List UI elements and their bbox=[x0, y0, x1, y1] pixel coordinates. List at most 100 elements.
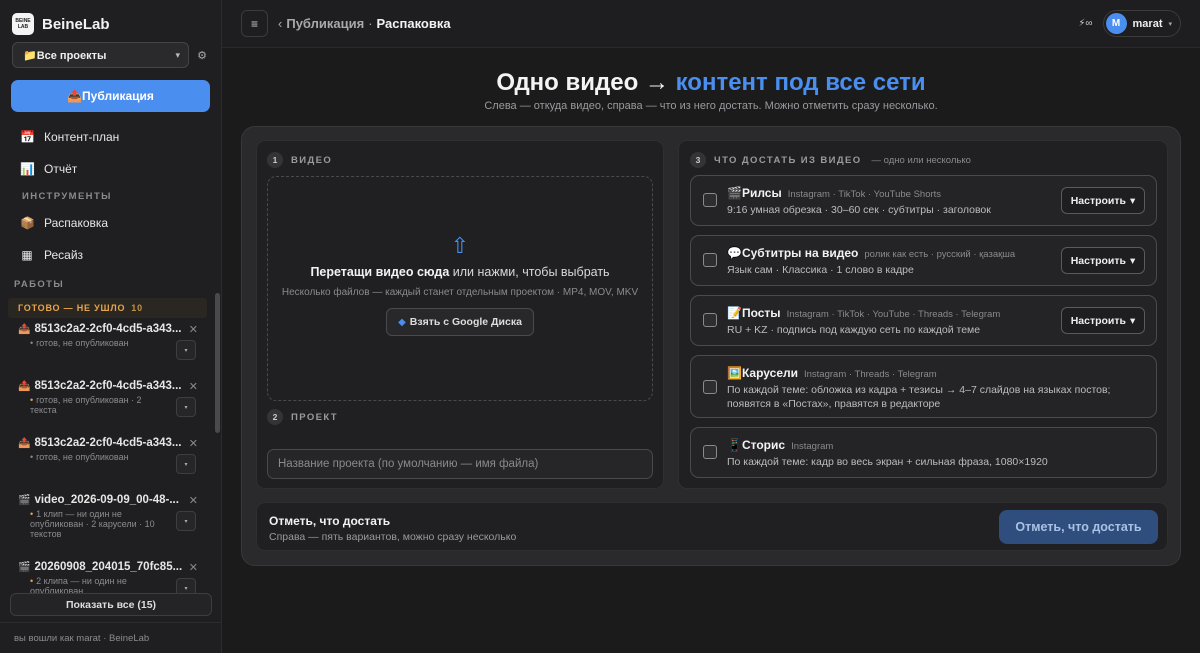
option-title: Субтитры на видео bbox=[741, 246, 859, 260]
menu-icon[interactable]: ≡ bbox=[241, 10, 268, 37]
ready-group-count: 10 bbox=[131, 303, 143, 313]
source-panel: 1 ВИДЕО ⇧ Перетащи видео сюда или нажми,… bbox=[256, 140, 664, 489]
action-bar: Отметь, что достать Справа — пять вариан… bbox=[256, 502, 1168, 551]
breadcrumb-prev[interactable]: Публикация bbox=[286, 16, 364, 31]
work-menu-button[interactable]: ▾ bbox=[176, 340, 196, 360]
step-subtitle: — одно или несколько bbox=[871, 154, 971, 166]
work-menu-button[interactable]: ▾ bbox=[176, 578, 196, 594]
ready-group-header[interactable]: ГОТОВО — НЕ УШЛО 10 bbox=[8, 298, 207, 318]
credits-badge: ⚡∞ bbox=[1078, 18, 1093, 29]
brand[interactable]: BEINE LAB BeineLab bbox=[0, 0, 221, 36]
user-menu[interactable]: M marat ▾ bbox=[1102, 10, 1181, 37]
work-title: video_2026-09-09_00-48-... bbox=[34, 494, 179, 506]
dropzone-rest: или нажми, чтобы выбрать bbox=[449, 265, 610, 279]
sidebar: BEINE LAB BeineLab 📁Все проекты ▾ ⚙ 📤Пуб… bbox=[0, 0, 222, 653]
configure-button[interactable]: Настроить ▾ bbox=[1061, 307, 1145, 334]
option-carousels[interactable]: 🖼️Карусели Instagram · Threads · Telegram… bbox=[690, 355, 1157, 418]
work-meta: 2 клипа — ни один не опубликован bbox=[30, 576, 127, 594]
work-menu-button[interactable]: ▾ bbox=[176, 454, 196, 474]
upload-icon: 📤 bbox=[18, 380, 31, 392]
show-all-button[interactable]: Показать все (15) bbox=[10, 593, 212, 616]
option-title: Сторис bbox=[741, 438, 786, 452]
back-chevron-icon[interactable]: ‹ bbox=[278, 16, 282, 31]
google-drive-button[interactable]: ◆ Взять с Google Диска bbox=[386, 308, 534, 336]
work-item[interactable]: 🎬 20260908_204015_70fc85... ✕ • 2 клипа — … bbox=[0, 558, 212, 594]
step-number: 2 bbox=[267, 409, 283, 425]
upload-arrow-icon: ⇧ bbox=[450, 233, 470, 258]
breadcrumb: ‹ Публикация · Распаковка bbox=[278, 16, 451, 31]
chevron-down-icon: ▾ bbox=[175, 49, 180, 60]
unpack-card: 1 ВИДЕО ⇧ Перетащи видео сюда или нажми,… bbox=[241, 126, 1181, 566]
ready-group-label: ГОТОВО — НЕ УШЛО bbox=[18, 303, 126, 313]
option-platforms: Instagram · TikTok · YouTube · Threads ·… bbox=[786, 309, 1001, 320]
work-menu-button[interactable]: ▾ bbox=[176, 511, 196, 531]
option-stories[interactable]: 📱Сторис Instagram По каждой теме: кадр во… bbox=[690, 427, 1157, 478]
breadcrumb-current: Распаковка bbox=[376, 16, 451, 31]
status-dot: • bbox=[30, 338, 34, 348]
option-description: По каждой теме: обложка из кадра + тезис… bbox=[727, 384, 1111, 410]
project-name-input[interactable]: Название проекта (по умолчанию — имя фай… bbox=[267, 449, 653, 479]
configure-button[interactable]: Настроить ▾ bbox=[1061, 247, 1145, 274]
hero: Одно видео → контент под все сети Слева … bbox=[222, 68, 1200, 112]
checkbox[interactable] bbox=[703, 193, 717, 207]
nav-item-report[interactable]: 📊 Отчёт bbox=[0, 154, 221, 184]
gear-icon[interactable]: ⚙ bbox=[195, 49, 209, 62]
sidebar-scrollbar[interactable] bbox=[215, 293, 220, 433]
checkbox[interactable] bbox=[703, 380, 717, 394]
option-posts[interactable]: 📝Посты Instagram · TikTok · YouTube · Thr… bbox=[690, 295, 1157, 346]
checkbox[interactable] bbox=[703, 313, 717, 327]
work-item[interactable]: 📤 8513c2a2-2cf0-4cd5-a343... ✕ • готов, не… bbox=[0, 434, 212, 491]
project-select[interactable]: 📁Все проекты ▾ bbox=[12, 42, 189, 68]
option-subtitles[interactable]: 💬Субтитры на видео ролик как есть · русск… bbox=[690, 235, 1157, 286]
publish-button[interactable]: 📤Публикация bbox=[11, 80, 210, 112]
project-select-value: 📁Все проекты bbox=[23, 49, 107, 62]
caret-down-icon: ▾ bbox=[1130, 314, 1136, 327]
page-subtitle: Слева — откуда видео, справа — что из не… bbox=[484, 100, 938, 112]
checkbox[interactable] bbox=[703, 445, 717, 459]
action-bar-subtitle: Справа — пять вариантов, можно сразу нес… bbox=[269, 531, 517, 543]
status-dot: • bbox=[30, 509, 34, 519]
work-list: 📤 8513c2a2-2cf0-4cd5-a343... ✕ • готов, не… bbox=[0, 320, 212, 594]
project-row: 📁Все проекты ▾ ⚙ bbox=[12, 42, 209, 68]
video-dropzone[interactable]: ⇧ Перетащи видео сюда или нажми, чтобы в… bbox=[267, 176, 653, 401]
work-item[interactable]: 📤 8513c2a2-2cf0-4cd5-a343... ✕ • готов, не… bbox=[0, 377, 212, 434]
configure-button[interactable]: Настроить ▾ bbox=[1061, 187, 1145, 214]
nav-item-unpacking[interactable]: 📦 Распаковка bbox=[0, 208, 221, 238]
option-platforms: Instagram · TikTok · YouTube Shorts bbox=[787, 189, 942, 200]
speech-bubble-icon: 💬 bbox=[727, 246, 742, 260]
main-area: ≡ ‹ Публикация · Распаковка ⚡∞ M marat ▾… bbox=[222, 0, 1200, 653]
breadcrumb-separator: · bbox=[368, 16, 373, 31]
option-description: По каждой теме: кадр во весь экран + сил… bbox=[727, 456, 1048, 468]
submit-button[interactable]: Отметь, что достать bbox=[999, 510, 1158, 544]
option-title: Посты bbox=[741, 306, 781, 320]
close-icon[interactable]: ✕ bbox=[189, 561, 198, 574]
caret-down-icon: ▾ bbox=[1130, 254, 1136, 267]
nav-item-content-plan[interactable]: 📅 Контент-план bbox=[0, 122, 221, 152]
close-icon[interactable]: ✕ bbox=[189, 437, 198, 450]
extract-step-label: 3 ЧТО ДОСТАТЬ ИЗ ВИДЕО — одно или нескол… bbox=[690, 152, 971, 168]
google-drive-icon: ◆ bbox=[398, 316, 406, 328]
option-platforms: Instagram bbox=[791, 441, 834, 452]
work-item[interactable]: 🎬 video_2026-09-09_00-48-... ✕ • 1 клип — … bbox=[0, 491, 212, 558]
step-title: ПРОЕКТ bbox=[291, 411, 339, 423]
configure-label: Настроить bbox=[1070, 194, 1126, 207]
close-icon[interactable]: ✕ bbox=[189, 380, 198, 393]
option-reels[interactable]: 🎬Рилсы Instagram · TikTok · YouTube Short… bbox=[690, 175, 1157, 226]
nav-item-resize[interactable]: ▦ Ресайз bbox=[0, 240, 221, 270]
checkbox[interactable] bbox=[703, 253, 717, 267]
close-icon[interactable]: ✕ bbox=[189, 323, 198, 336]
title-accent: контент под все сети bbox=[675, 69, 926, 96]
dropzone-bold: Перетащи видео сюда bbox=[310, 265, 450, 279]
work-title: 20260908_204015_70fc85... bbox=[34, 561, 183, 573]
upload-icon: 📤 bbox=[18, 323, 31, 335]
configure-label: Настроить bbox=[1070, 314, 1126, 327]
clapper-icon: 🎬 bbox=[727, 186, 742, 200]
work-title: 8513c2a2-2cf0-4cd5-a343... bbox=[34, 437, 182, 449]
work-meta: готов, не опубликован · 2 текста bbox=[30, 395, 142, 415]
configure-label: Настроить bbox=[1070, 254, 1126, 267]
title-main: Одно видео → bbox=[496, 69, 669, 96]
work-menu-button[interactable]: ▾ bbox=[176, 397, 196, 417]
close-icon[interactable]: ✕ bbox=[189, 494, 198, 507]
work-item[interactable]: 📤 8513c2a2-2cf0-4cd5-a343... ✕ • готов, не… bbox=[0, 320, 212, 377]
tools-section-label: ИНСТРУМЕНТЫ bbox=[22, 190, 112, 202]
